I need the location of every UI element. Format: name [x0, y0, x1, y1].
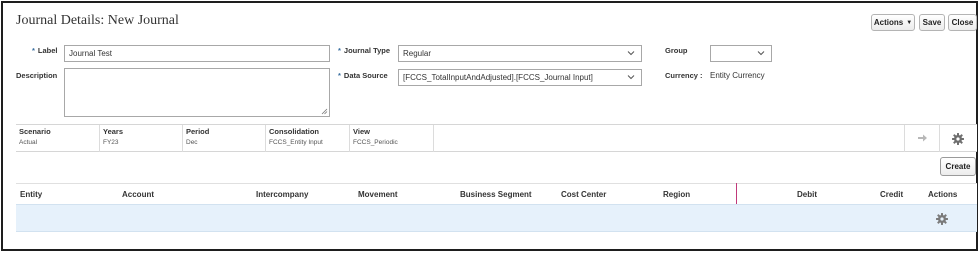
caret-down-icon: ▼: [906, 19, 913, 26]
go-button[interactable]: [904, 125, 940, 152]
column-header-debit[interactable]: Debit: [797, 190, 817, 199]
pov-period[interactable]: Period Dec: [183, 125, 266, 152]
description-field-label: Description: [16, 71, 58, 80]
journal-type-value: Regular: [403, 49, 432, 58]
column-header-credit[interactable]: Credit: [880, 190, 903, 199]
journal-details-window: Journal Details: New Journal Actions ▼ Sa…: [1, 1, 978, 251]
arrow-right-icon: [918, 134, 927, 142]
resize-grip-icon[interactable]: [321, 108, 328, 115]
page-title: Journal Details: New Journal: [16, 13, 179, 28]
chevron-down-icon: [627, 75, 635, 80]
gear-icon[interactable]: [936, 213, 948, 225]
gear-icon[interactable]: [952, 133, 964, 145]
required-marker: *: [32, 46, 35, 55]
label-input[interactable]: Journal Test: [64, 45, 330, 62]
column-header-business-segment[interactable]: Business Segment: [460, 190, 532, 199]
journal-type-select[interactable]: Regular: [398, 45, 642, 62]
column-header-cost-center[interactable]: Cost Center: [561, 190, 606, 199]
pov-consolidation[interactable]: Consolidation FCCS_Entity Input: [266, 125, 350, 152]
required-marker: *: [338, 46, 341, 55]
close-button[interactable]: Close: [948, 14, 977, 31]
description-textarea[interactable]: [64, 68, 330, 117]
column-header-region[interactable]: Region: [663, 190, 690, 199]
table-row[interactable]: [16, 204, 977, 232]
column-header-movement[interactable]: Movement: [358, 190, 398, 199]
column-header-account[interactable]: Account: [122, 190, 154, 199]
pov-view[interactable]: View FCCS_Periodic: [350, 125, 434, 152]
group-select[interactable]: [710, 45, 772, 62]
column-header-actions[interactable]: Actions: [928, 190, 957, 199]
required-marker: *: [338, 71, 341, 80]
data-source-value: [FCCS_TotalInputAndAdjusted].[FCCS_Journ…: [403, 73, 593, 82]
pov-years[interactable]: Years FY23: [100, 125, 183, 152]
data-source-select[interactable]: [FCCS_TotalInputAndAdjusted].[FCCS_Journ…: [398, 69, 642, 86]
column-header-intercompany[interactable]: Intercompany: [256, 190, 308, 199]
currency-value: Entity Currency: [710, 71, 765, 80]
label-field-label: * Label: [32, 46, 58, 55]
journal-type-field-label: * Journal Type: [338, 46, 391, 55]
table-header: Entity Account Intercompany Movement Bus…: [16, 183, 977, 204]
group-field-label: Group: [665, 46, 688, 55]
currency-label: Currency :: [665, 71, 703, 80]
pov-scenario[interactable]: Scenario Actual: [16, 125, 100, 152]
column-resize-divider[interactable]: [736, 183, 737, 204]
pov-bar: Scenario Actual Years FY23 Period Dec Co…: [16, 124, 977, 152]
create-button[interactable]: Create: [940, 157, 976, 176]
chevron-down-icon: [757, 51, 765, 56]
chevron-down-icon: [627, 51, 635, 56]
actions-menu-button[interactable]: Actions ▼: [871, 14, 915, 31]
save-button[interactable]: Save: [919, 14, 945, 31]
data-source-field-label: * Data Source: [338, 71, 388, 80]
column-header-entity[interactable]: Entity: [20, 190, 42, 199]
actions-label: Actions: [873, 18, 904, 27]
